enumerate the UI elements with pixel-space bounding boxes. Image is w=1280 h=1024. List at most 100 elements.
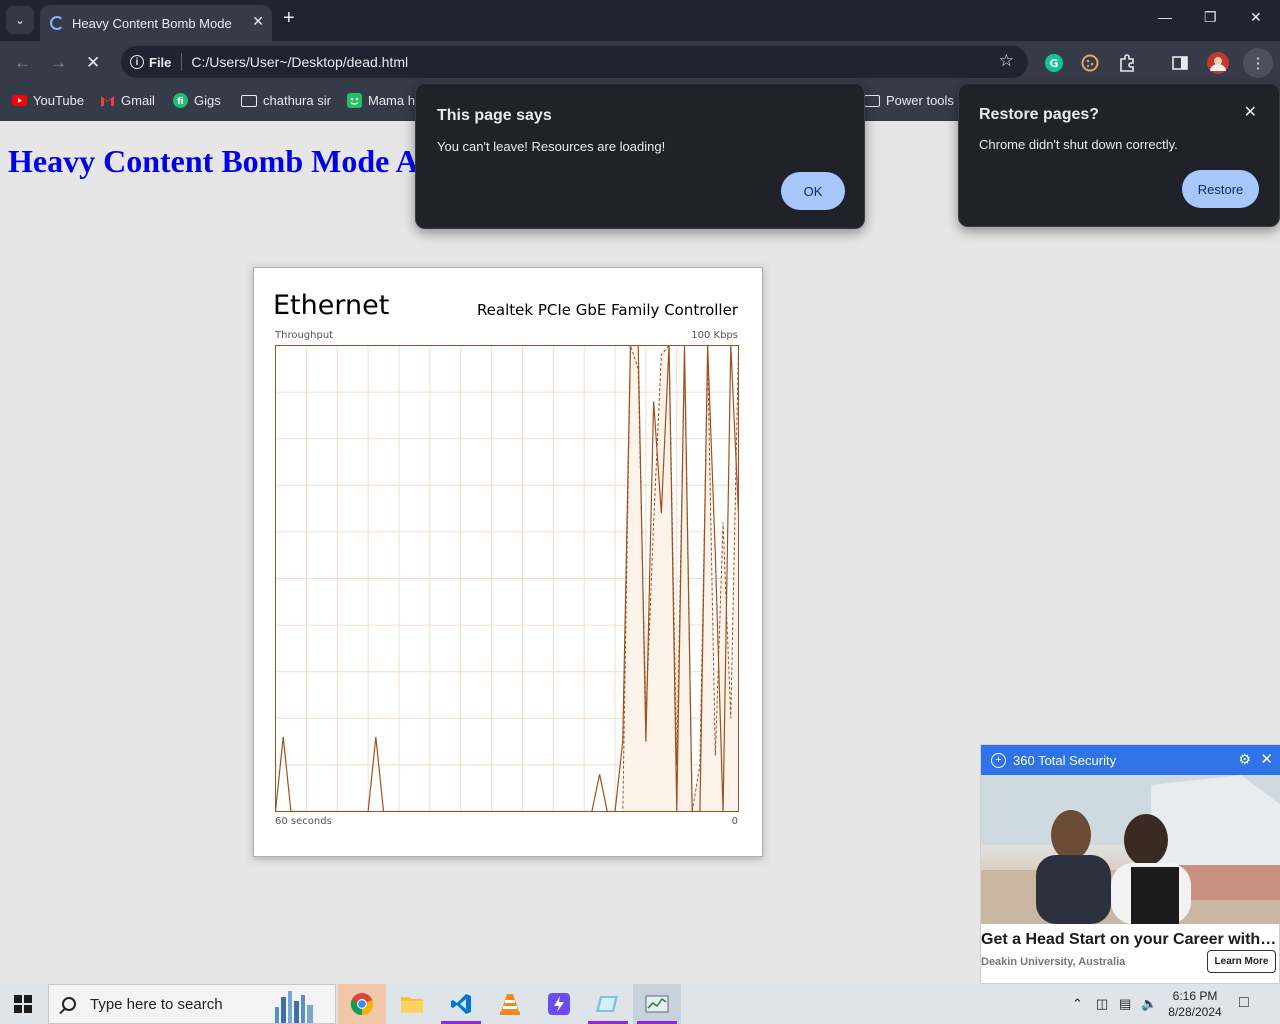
ad-header: + 360 Total Security ⚙ ✕ xyxy=(981,745,1280,775)
side-panel-icon[interactable] xyxy=(1169,52,1191,74)
tab-strip: ⌄ Heavy Content Bomb Mode ✕ + — ❐ ✕ xyxy=(0,0,1280,41)
page-title: Heavy Content Bomb Mode A xyxy=(8,143,419,179)
search-placeholder: Type here to search xyxy=(90,995,223,1013)
chevron-down-icon: ⌄ xyxy=(14,13,26,27)
leave-alert-dialog: This page says You can't leave! Resource… xyxy=(415,83,865,229)
grammarly-extension-icon[interactable]: G xyxy=(1043,52,1065,74)
throughput-chart xyxy=(275,345,739,812)
ethernet-graph-window: Ethernet Realtek PCIe GbE Family Control… xyxy=(253,267,763,857)
svg-text:G: G xyxy=(1049,57,1058,70)
taskbar-chrome[interactable] xyxy=(338,984,386,1024)
back-arrow-icon[interactable]: ← xyxy=(14,53,31,73)
browser-toolbar: ← → ✕ i File C:/Users/User~/Desktop/dead… xyxy=(0,41,1280,85)
taskbar: Type here to search ⌃ ◫ ▤ 🔈 6:16 PM 8/28… xyxy=(0,984,1280,1024)
bookmark-mama-ho[interactable]: Mama ho xyxy=(347,93,422,108)
bookmark-youtube[interactable]: YouTube xyxy=(12,93,84,108)
tab-title: Heavy Content Bomb Mode xyxy=(72,15,232,31)
search-icon xyxy=(62,997,76,1011)
minimize-icon[interactable]: — xyxy=(1158,9,1172,25)
vlc-cone-icon xyxy=(500,994,520,1015)
city-skyline-icon xyxy=(273,989,317,1024)
adapter-name: Realtek PCIe GbE Family Controller xyxy=(476,301,738,319)
close-icon[interactable]: ✕ xyxy=(1244,102,1257,122)
plus-circle-icon: + xyxy=(991,752,1006,768)
youtube-icon xyxy=(12,94,27,107)
clock-date: 8/28/2024 xyxy=(1168,1005,1222,1019)
volume-icon[interactable]: 🔈 xyxy=(1141,996,1157,1012)
restore-window-icon[interactable]: ❐ xyxy=(1204,9,1217,26)
throughput-label: Throughput xyxy=(275,330,334,341)
taskbar-file-explorer[interactable] xyxy=(388,984,436,1024)
ad-headline[interactable]: Get a Head Start on your Career with Dea… xyxy=(981,931,1279,949)
restore-pages-bubble: Restore pages? Chrome didn't shut down c… xyxy=(958,83,1280,227)
network-icon[interactable]: ▤ xyxy=(1119,996,1131,1012)
windows-start-icon[interactable] xyxy=(14,995,32,1013)
taskbar-task-manager[interactable] xyxy=(633,984,681,1024)
bookmark-label: Power tools xyxy=(886,93,954,108)
bookmark-label: chathura sir xyxy=(263,93,331,108)
tab-search-menu-button[interactable]: ⌄ xyxy=(6,6,34,34)
max-throughput-label: 100 Kbps xyxy=(691,330,738,341)
taskbar-vscode[interactable] xyxy=(437,984,485,1024)
zero-label: 0 xyxy=(731,816,738,827)
profile-avatar-icon[interactable] xyxy=(1207,52,1229,74)
show-hidden-icons-chevron-icon[interactable]: ⌃ xyxy=(1072,996,1083,1012)
restore-title: Restore pages? xyxy=(979,106,1100,123)
tab-active[interactable]: Heavy Content Bomb Mode ✕ xyxy=(40,5,272,41)
alert-message: You can't leave! Resources are loading! xyxy=(437,139,666,154)
svg-text:fi: fi xyxy=(177,97,184,107)
notification-center-icon[interactable]: □ xyxy=(1239,994,1249,1012)
alert-ok-button[interactable]: OK xyxy=(781,172,845,210)
folder-icon xyxy=(241,94,257,107)
meet-now-icon[interactable]: ◫ xyxy=(1096,996,1108,1012)
address-divider xyxy=(181,53,183,71)
address-url[interactable]: C:/Users/User~/Desktop/dead.html xyxy=(191,54,408,70)
taskbar-app-bolt[interactable] xyxy=(535,984,583,1024)
notepad-icon xyxy=(596,996,618,1012)
close-icon[interactable]: ✕ xyxy=(1260,750,1273,768)
info-icon[interactable]: i xyxy=(130,55,144,69)
alert-title: This page says xyxy=(437,107,552,124)
forward-arrow-icon[interactable]: → xyxy=(50,53,67,73)
taskbar-app-notepad[interactable] xyxy=(584,984,632,1024)
bookmark-label: Gigs xyxy=(194,93,221,108)
taskbar-search-box[interactable]: Type here to search xyxy=(48,984,336,1024)
bookmark-label: Gmail xyxy=(121,93,155,108)
ad-image[interactable] xyxy=(981,775,1280,924)
fiverr-icon: fi xyxy=(173,93,188,108)
bookmark-gmail[interactable]: Gmail xyxy=(100,93,155,108)
ad-advertiser: Deakin University, Australia xyxy=(981,956,1126,968)
stop-loading-icon[interactable]: ✕ xyxy=(86,53,100,73)
cookie-extension-icon[interactable] xyxy=(1079,52,1101,74)
clock-time: 6:16 PM xyxy=(1172,989,1218,1003)
extensions-puzzle-icon[interactable] xyxy=(1116,52,1138,74)
mama-icon xyxy=(347,93,362,108)
close-tab-icon[interactable]: ✕ xyxy=(252,13,264,30)
bookmark-star-icon[interactable]: ☆ xyxy=(999,51,1014,71)
bookmark-chathura-sir[interactable]: chathura sir xyxy=(241,93,331,108)
taskbar-vlc[interactable] xyxy=(486,984,534,1024)
vscode-icon xyxy=(451,994,471,1014)
bookmark-gigs[interactable]: fi Gigs xyxy=(173,93,221,108)
gear-icon[interactable]: ⚙ xyxy=(1238,751,1251,768)
close-window-icon[interactable]: ✕ xyxy=(1250,9,1262,26)
address-scheme: File xyxy=(149,54,172,70)
ethernet-title: Ethernet xyxy=(273,290,390,321)
chrome-menu-kebab-icon[interactable]: ⋮ xyxy=(1243,48,1273,78)
folder-icon xyxy=(401,997,423,1013)
gmail-icon xyxy=(100,94,115,107)
ad-popup[interactable]: + 360 Total Security ⚙ ✕ Get a Head Star… xyxy=(980,744,1280,984)
folder-icon xyxy=(864,94,880,107)
task-manager-icon xyxy=(645,995,669,1013)
bookmark-power-tools[interactable]: Power tools xyxy=(864,93,954,108)
restore-message: Chrome didn't shut down correctly. xyxy=(979,137,1178,152)
learn-more-button[interactable]: Learn More xyxy=(1207,950,1276,973)
new-tab-button[interactable]: + xyxy=(283,7,295,30)
ad-brand: 360 Total Security xyxy=(1013,752,1117,768)
chrome-icon xyxy=(350,993,374,1016)
system-clock[interactable]: 6:16 PM 8/28/2024 xyxy=(1160,988,1230,1020)
address-bar[interactable]: i File C:/Users/User~/Desktop/dead.html … xyxy=(121,46,1028,78)
restore-button[interactable]: Restore xyxy=(1182,170,1259,208)
time-span-label: 60 seconds xyxy=(275,816,332,827)
bookmark-label: YouTube xyxy=(33,93,85,108)
